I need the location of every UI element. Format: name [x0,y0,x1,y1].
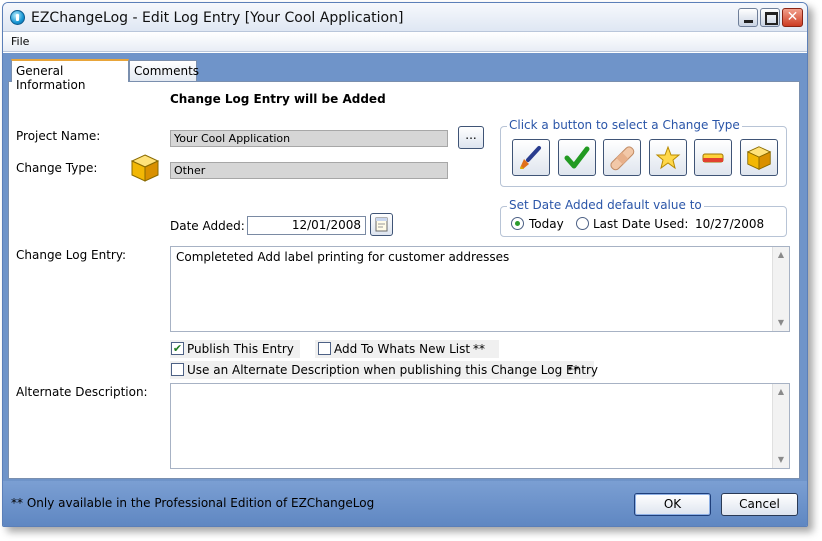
change-type-new-feature-button[interactable] [649,139,687,176]
maximize-button[interactable] [760,8,780,27]
alternate-description-label: Alternate Description: [16,385,148,399]
date-default-group: Set Date Added default value to Today La… [500,198,787,237]
today-radio[interactable] [511,217,524,230]
dialog-window: EZChangeLog - Edit Log Entry [Your Cool … [2,2,808,527]
minimize-button[interactable] [738,8,758,27]
scroll-up-icon[interactable]: ▲ [773,384,789,400]
title-bar[interactable]: EZChangeLog - Edit Log Entry [Your Cool … [3,3,807,32]
alternate-use-label: Use an Alternate Description when publis… [187,363,598,377]
close-button[interactable]: ✕ [782,8,803,27]
close-icon: ✕ [786,9,799,25]
menu-file[interactable]: File [11,35,29,48]
eraser-icon [702,153,724,163]
change-log-entry-textarea[interactable]: Completeted Add label printing for custo… [170,246,790,332]
whats-new-checkbox[interactable] [318,342,331,355]
whats-new-note: ** [473,342,485,356]
browse-project-button[interactable]: ... [458,126,484,149]
alternate-description-scrollbar[interactable]: ▲ ▼ [772,384,789,468]
alternate-description-textarea[interactable]: ▲ ▼ [170,383,790,469]
change-type-removed-button[interactable] [694,139,732,176]
entry-status-heading: Change Log Entry will be Added [170,92,386,106]
publish-label: Publish This Entry [187,342,294,356]
date-added-input[interactable]: 12/01/2008 [247,216,366,235]
dialog-footer: ** Only available in the Professional Ed… [3,481,807,526]
star-icon [655,145,681,170]
change-type-other-button[interactable] [740,139,778,176]
last-date-used-value: 10/27/2008 [695,217,765,231]
publish-checkbox[interactable]: ✔ [171,342,184,355]
calendar-icon [375,217,388,232]
change-log-entry-scrollbar[interactable]: ▲ ▼ [772,247,789,331]
scroll-up-icon[interactable]: ▲ [773,247,789,263]
professional-edition-note: ** Only available in the Professional Ed… [11,496,375,510]
ok-button[interactable]: OK [634,493,711,516]
today-label: Today [529,217,564,231]
change-type-group-legend: Click a button to select a Change Type [507,118,742,132]
change-type-enhancement-button[interactable] [512,139,550,176]
change-type-label: Change Type: [16,161,98,175]
tab-comments[interactable]: Comments [129,60,199,81]
project-name-label: Project Name: [16,129,101,143]
alternate-use-note: ** [567,363,579,377]
last-date-used-label: Last Date Used: [593,217,689,231]
change-log-entry-text: Completeted Add label printing for custo… [176,250,510,264]
checkmark-icon [564,146,590,169]
calendar-button[interactable] [370,213,393,236]
app-icon[interactable] [10,10,25,25]
change-type-completed-button[interactable] [558,139,596,176]
alternate-use-checkbox[interactable] [171,363,184,376]
project-name-field[interactable]: Your Cool Application [170,130,448,147]
client-area: General Information Comments Change Log … [3,53,807,526]
menu-bar: File [3,32,807,52]
change-log-entry-label: Change Log Entry: [16,248,127,262]
cancel-button[interactable]: Cancel [721,493,798,516]
paintbrush-icon [520,146,541,169]
change-type-field[interactable]: Other [170,162,448,179]
cube-icon [130,154,160,182]
last-date-used-radio[interactable] [576,217,589,230]
window-title: EZChangeLog - Edit Log Entry [Your Cool … [31,10,404,26]
date-added-label: Date Added: [170,219,245,233]
scroll-down-icon[interactable]: ▼ [773,315,789,331]
cube-icon [746,146,772,170]
bandage-icon [610,146,635,171]
change-type-fix-button[interactable] [603,139,641,176]
change-type-group: Click a button to select a Change Type [500,118,787,187]
general-information-panel: Change Log Entry will be Added Project N… [8,81,800,479]
tab-general-information[interactable]: General Information [11,59,129,92]
whats-new-label: Add To Whats New List [334,342,471,356]
scroll-down-icon[interactable]: ▼ [773,452,789,468]
date-default-group-legend: Set Date Added default value to [507,198,704,212]
